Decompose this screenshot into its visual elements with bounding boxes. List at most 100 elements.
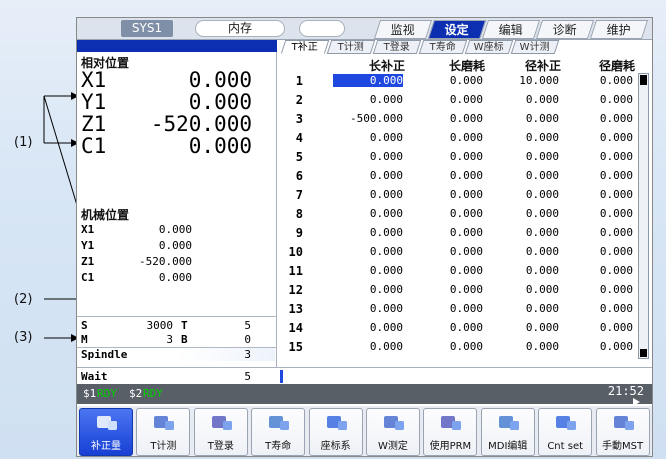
softkey-button[interactable]: W测定	[366, 408, 420, 456]
table-cell[interactable]: 0.000	[413, 283, 483, 296]
table-cell[interactable]: 0.000	[333, 207, 403, 220]
table-cell[interactable]: 0.000	[489, 264, 559, 277]
table-cell[interactable]: 0.000	[563, 150, 633, 163]
table-cell[interactable]: 0.000	[563, 188, 633, 201]
table-cell[interactable]: 0.000	[413, 264, 483, 277]
softkey-button[interactable]: 座标系	[308, 408, 363, 456]
table-cell[interactable]: 0.000	[489, 283, 559, 296]
system-indicator[interactable]: SYS1	[121, 20, 173, 37]
table-cell[interactable]: 0.000	[563, 321, 633, 334]
table-cell[interactable]: 0.000	[413, 226, 483, 239]
table-cell[interactable]: 0.000	[489, 169, 559, 182]
wait-label: Wait	[81, 370, 108, 383]
scrollbar[interactable]	[638, 73, 649, 359]
spindle-value: 3	[244, 348, 251, 361]
spindle-speed-value: 3000	[146, 319, 174, 332]
input-line[interactable]	[277, 367, 652, 384]
table-cell[interactable]: 0.000	[563, 112, 633, 125]
system1-state: RDY	[97, 387, 117, 400]
table-cell[interactable]: 0.000	[333, 131, 403, 144]
tab-edit[interactable]: 编辑	[481, 20, 541, 39]
table-cell[interactable]: 0.000	[489, 131, 559, 144]
tab-maintenance[interactable]: 维护	[589, 20, 649, 39]
tab-diagnosis[interactable]: 诊断	[535, 20, 595, 39]
table-cell[interactable]: 0.000	[333, 321, 403, 334]
column-header: 径补正	[524, 59, 561, 73]
table-cell[interactable]: 0.000	[413, 302, 483, 315]
softkey-button[interactable]: Cnt set	[538, 408, 593, 456]
softkey-button[interactable]: T登录	[193, 408, 248, 456]
table-cell[interactable]: 0.000	[413, 74, 483, 87]
table-cell[interactable]: 0.000	[563, 226, 633, 239]
table-cell[interactable]: 0.000	[489, 93, 559, 106]
table-cell[interactable]: 0.000	[563, 340, 633, 353]
softkey-button[interactable]: 使用PRM	[423, 408, 478, 456]
table-cell[interactable]: 0.000	[563, 169, 633, 182]
table-cell[interactable]: 0.000	[333, 264, 403, 277]
table-cell[interactable]: 0.000	[489, 150, 559, 163]
table-cell[interactable]: 0.000	[413, 340, 483, 353]
tab-work-measure[interactable]: W计测	[510, 40, 560, 54]
table-cell[interactable]: 0.000	[333, 302, 403, 315]
table-cell[interactable]: 0.000	[489, 340, 559, 353]
wait-value: 5	[244, 370, 251, 383]
scroll-up-icon[interactable]	[640, 75, 647, 85]
tab-setup[interactable]: 设定	[427, 20, 487, 39]
softkey-label: T计测	[150, 441, 177, 452]
tab-tool-measure[interactable]: T计测	[326, 40, 376, 54]
table-cell[interactable]: 0.000	[489, 302, 559, 315]
table-cell[interactable]: 0.000	[563, 302, 633, 315]
row-number: 12	[288, 283, 303, 297]
system1-label: $1	[83, 387, 97, 400]
table-cell[interactable]: 0.000	[413, 321, 483, 334]
relative-axis-value: 0.000	[188, 68, 252, 92]
softkey-button[interactable]: MDI编辑	[480, 408, 535, 456]
status-bar: $1 RDY $2 RDY 21:52	[77, 384, 652, 406]
table-cell[interactable]: 0.000	[489, 188, 559, 201]
table-cell[interactable]: 0.000	[413, 245, 483, 258]
table-cell[interactable]: 0.000	[333, 226, 403, 239]
table-cell[interactable]: 0.000	[413, 150, 483, 163]
table-cell[interactable]: 0.000	[333, 188, 403, 201]
table-cell[interactable]: 0.000	[413, 93, 483, 106]
tab-work-coordinate[interactable]: W座标	[464, 40, 514, 54]
table-cell[interactable]: 0.000	[333, 150, 403, 163]
tab-monitor[interactable]: 监视	[373, 20, 433, 39]
table-cell[interactable]: 0.000	[563, 264, 633, 277]
table-cell[interactable]: 0.000	[489, 207, 559, 220]
table-cell[interactable]: 0.000	[489, 321, 559, 334]
table-cell[interactable]: 0.000	[333, 169, 403, 182]
table-cell[interactable]: 0.000	[563, 207, 633, 220]
softkey-button[interactable]: T寿命	[251, 408, 306, 456]
table-cell[interactable]: 0.000	[413, 112, 483, 125]
table-cell[interactable]: 0.000	[333, 283, 403, 296]
table-cell[interactable]: 0.000	[563, 93, 633, 106]
scroll-down-icon[interactable]	[640, 349, 647, 357]
table-cell[interactable]: 0.000	[563, 283, 633, 296]
table-cell[interactable]: 0.000	[563, 245, 633, 258]
table-cell[interactable]: -500.000	[333, 112, 403, 125]
table-cell[interactable]: 0.000	[489, 226, 559, 239]
tab-tool-life[interactable]: T寿命	[418, 40, 468, 54]
table-cell[interactable]: 0.000	[489, 245, 559, 258]
table-cell[interactable]: 0.000	[413, 131, 483, 144]
memory-mode[interactable]: 内存	[195, 20, 285, 37]
softkey-button[interactable]: 补正量	[79, 408, 133, 456]
softkey-button[interactable]: T计测	[136, 408, 191, 456]
table-cell[interactable]: 0.000	[333, 93, 403, 106]
table-cell[interactable]: 0.000	[563, 131, 633, 144]
table-cell[interactable]: 0.000	[333, 245, 403, 258]
table-cell[interactable]: 0.000	[413, 188, 483, 201]
tab-tool-register[interactable]: T登录	[372, 40, 422, 54]
tab-tool-offset[interactable]: T补正	[280, 40, 330, 54]
table-cell[interactable]: 0.000	[333, 74, 403, 87]
softkey-button[interactable]: 手動MST	[595, 408, 650, 456]
table-cell[interactable]: 0.000	[413, 207, 483, 220]
table-cell[interactable]: 0.000	[563, 74, 633, 87]
table-cell[interactable]: 10.000	[489, 74, 559, 87]
next-page-arrow-icon[interactable]	[633, 398, 640, 406]
table-cell[interactable]: 0.000	[333, 340, 403, 353]
table-cell[interactable]: 0.000	[489, 112, 559, 125]
mdi-edit-icon	[497, 413, 521, 433]
table-cell[interactable]: 0.000	[413, 169, 483, 182]
